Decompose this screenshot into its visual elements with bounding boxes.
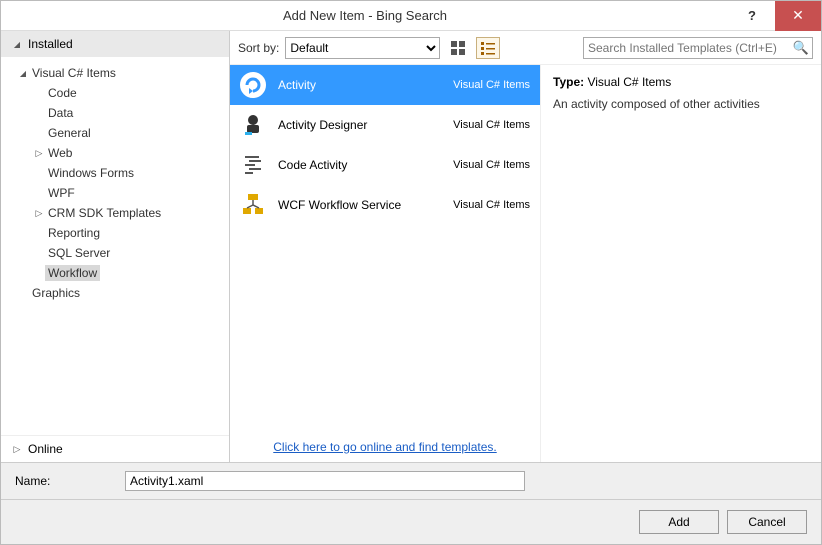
search-icon[interactable]: 🔍: [793, 40, 809, 56]
tree-node-wpf[interactable]: WPF: [7, 183, 229, 203]
tree-node-sql-server[interactable]: SQL Server: [7, 243, 229, 263]
chevron-down-icon: [17, 69, 29, 78]
template-category: Visual C# Items: [453, 79, 530, 91]
details-type-row: Type: Visual C# Items: [553, 75, 809, 89]
template-item-wcf-workflow-service[interactable]: WCF Workflow Service Visual C# Items: [230, 185, 540, 225]
help-button[interactable]: ?: [729, 1, 775, 31]
tree-node-web[interactable]: Web: [7, 143, 229, 163]
window-title: Add New Item - Bing Search: [1, 8, 729, 23]
template-name: Activity Designer: [278, 118, 441, 132]
tree-node-code[interactable]: Code: [7, 83, 229, 103]
template-item-activity[interactable]: Activity Visual C# Items: [230, 65, 540, 105]
tree-label: WPF: [45, 185, 78, 201]
tree-label: Workflow: [45, 265, 100, 281]
search-wrap: 🔍: [583, 37, 813, 59]
view-list-button[interactable]: [476, 37, 500, 59]
details-panel: Type: Visual C# Items An activity compos…: [540, 65, 821, 462]
tree-node-crm-sdk-templates[interactable]: CRM SDK Templates: [7, 203, 229, 223]
tree-label: Windows Forms: [45, 165, 137, 181]
sidebar-footer-label: Online: [28, 442, 63, 456]
search-input[interactable]: [583, 37, 813, 59]
details-type-label: Type:: [553, 75, 584, 89]
template-category: Visual C# Items: [453, 199, 530, 211]
sort-label: Sort by:: [238, 41, 279, 55]
button-row: Add Cancel: [1, 499, 821, 544]
template-category: Visual C# Items: [453, 119, 530, 131]
content: Activity Visual C# Items Activity Design…: [230, 65, 821, 462]
activity-designer-icon: [240, 112, 266, 138]
tree-node-reporting[interactable]: Reporting: [7, 223, 229, 243]
chevron-down-icon: [11, 40, 23, 49]
tree-node-workflow[interactable]: Workflow: [7, 263, 229, 283]
activity-icon: [240, 72, 266, 98]
titlebar: Add New Item - Bing Search ? ✕: [1, 1, 821, 31]
chevron-right-icon: [33, 148, 45, 159]
toolbar: Sort by: Default 🔍: [230, 31, 821, 65]
template-name: Activity: [278, 78, 441, 92]
tree-label: Web: [45, 145, 75, 161]
tree-node-graphics[interactable]: Graphics: [7, 283, 229, 303]
sidebar-header-label: Installed: [28, 37, 73, 51]
tree-label: Visual C# Items: [29, 65, 119, 81]
cancel-button[interactable]: Cancel: [727, 510, 807, 534]
dialog-body: Installed Visual C# Items Code Data Gene…: [1, 31, 821, 462]
tree-label: Code: [45, 85, 80, 101]
tree-node-visual-csharp-items[interactable]: Visual C# Items: [7, 63, 229, 83]
close-button[interactable]: ✕: [775, 1, 821, 31]
chevron-right-icon: [33, 208, 45, 219]
template-category: Visual C# Items: [453, 159, 530, 171]
tree-node-general[interactable]: General: [7, 123, 229, 143]
add-button[interactable]: Add: [639, 510, 719, 534]
titlebar-buttons: ? ✕: [729, 1, 821, 31]
dialog-window: Add New Item - Bing Search ? ✕ Installed…: [0, 0, 822, 545]
tree-label: Reporting: [45, 225, 103, 241]
name-label: Name:: [15, 474, 105, 488]
tree-label: SQL Server: [45, 245, 113, 261]
tree-label: CRM SDK Templates: [45, 205, 164, 221]
workflow-service-icon: [240, 192, 266, 218]
template-list: Activity Visual C# Items Activity Design…: [230, 65, 540, 462]
template-name: WCF Workflow Service: [278, 198, 441, 212]
main-panel: Sort by: Default 🔍: [230, 31, 821, 462]
sort-select[interactable]: Default: [285, 37, 440, 59]
tree-label: Data: [45, 105, 76, 121]
sidebar: Installed Visual C# Items Code Data Gene…: [1, 31, 230, 462]
template-name: Code Activity: [278, 158, 441, 172]
tree-label: Graphics: [29, 285, 83, 301]
tree-node-data[interactable]: Data: [7, 103, 229, 123]
code-activity-icon: [240, 152, 266, 178]
online-templates-link-wrap: Click here to go online and find templat…: [230, 432, 540, 462]
tree-label: General: [45, 125, 94, 141]
chevron-right-icon: [11, 444, 23, 455]
template-item-activity-designer[interactable]: Activity Designer Visual C# Items: [230, 105, 540, 145]
template-items: Activity Visual C# Items Activity Design…: [230, 65, 540, 432]
details-description: An activity composed of other activities: [553, 97, 809, 111]
online-templates-link[interactable]: Click here to go online and find templat…: [273, 440, 496, 454]
view-tiles-button[interactable]: [446, 37, 470, 59]
category-tree: Visual C# Items Code Data General Web Wi…: [1, 57, 229, 435]
name-row: Name:: [1, 462, 821, 499]
tree-node-windows-forms[interactable]: Windows Forms: [7, 163, 229, 183]
name-input[interactable]: [125, 471, 525, 491]
template-item-code-activity[interactable]: Code Activity Visual C# Items: [230, 145, 540, 185]
details-type-value: Visual C# Items: [587, 75, 671, 89]
sidebar-footer-online[interactable]: Online: [1, 435, 229, 462]
sidebar-header-installed[interactable]: Installed: [1, 31, 229, 57]
